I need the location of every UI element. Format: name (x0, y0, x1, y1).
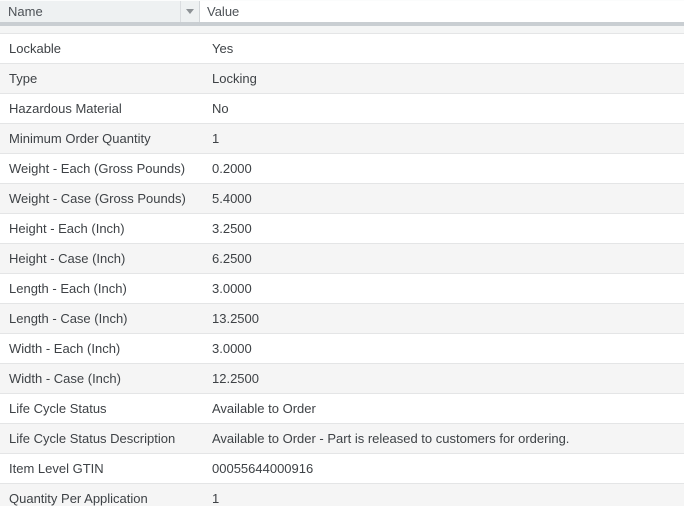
table-row[interactable]: Width - Case (Inch) 12.2500 (0, 364, 684, 394)
property-name-cell: Lockable (9, 41, 62, 56)
property-name-cell: Weight - Case (Gross Pounds) (9, 191, 186, 206)
property-name-cell: Quantity Per Application (9, 491, 148, 506)
table-row[interactable]: Life Cycle Status Description Available … (0, 424, 684, 454)
column-header-name-label: Name (8, 4, 43, 19)
property-value-cell: 1 (212, 491, 220, 506)
name-filter-dropdown-button[interactable] (180, 1, 199, 22)
table-row[interactable]: Width - Each (Inch) 3.0000 (0, 334, 684, 364)
table-row[interactable]: Item Level GTIN 00055644000916 (0, 454, 684, 484)
header-strip (0, 26, 684, 34)
table-row[interactable]: Length - Each (Inch) 3.0000 (0, 274, 684, 304)
table-row[interactable]: Hazardous Material No (0, 94, 684, 124)
property-value-cell: 1 (212, 131, 220, 146)
table-row[interactable]: Minimum Order Quantity 1 (0, 124, 684, 154)
property-grid: Name Value Lockable Yes Type Locking Haz… (0, 0, 684, 506)
table-row[interactable]: Quantity Per Application 1 (0, 484, 684, 506)
property-value-cell: 13.2500 (212, 311, 259, 326)
property-name-cell: Length - Each (Inch) (9, 281, 127, 296)
table-row[interactable]: Lockable Yes (0, 34, 684, 64)
property-value-cell: 6.2500 (212, 251, 252, 266)
property-value-cell: No (212, 101, 229, 116)
property-name-cell: Hazardous Material (9, 101, 122, 116)
property-value-cell: 12.2500 (212, 371, 259, 386)
table-row[interactable]: Height - Each (Inch) 3.2500 (0, 214, 684, 244)
property-name-cell: Width - Case (Inch) (9, 371, 121, 386)
property-name-cell: Type (9, 71, 38, 86)
property-value-cell: Available to Order (212, 401, 316, 416)
table-row[interactable]: Type Locking (0, 64, 684, 94)
property-value-cell: Yes (212, 41, 234, 56)
property-name-cell: Weight - Each (Gross Pounds) (9, 161, 186, 176)
property-value-cell: 3.0000 (212, 341, 252, 356)
caret-down-icon (186, 9, 194, 14)
table-row[interactable]: Length - Case (Inch) 13.2500 (0, 304, 684, 334)
grid-header: Name Value (0, 0, 684, 22)
property-value-cell: Locking (212, 71, 257, 86)
column-header-name[interactable]: Name (0, 1, 200, 22)
table-body: Lockable Yes Type Locking Hazardous Mate… (0, 34, 684, 506)
table-row[interactable]: Life Cycle Status Available to Order (0, 394, 684, 424)
table-row[interactable]: Weight - Case (Gross Pounds) 5.4000 (0, 184, 684, 214)
property-name-cell: Height - Each (Inch) (9, 221, 125, 236)
property-name-cell: Minimum Order Quantity (9, 131, 151, 146)
column-header-value-label: Value (207, 4, 240, 19)
property-value-cell: 00055644000916 (212, 461, 314, 476)
property-name-cell: Length - Case (Inch) (9, 311, 128, 326)
property-value-cell: 3.2500 (212, 221, 252, 236)
property-name-cell: Life Cycle Status Description (9, 431, 176, 446)
property-name-cell: Item Level GTIN (9, 461, 104, 476)
property-name-cell: Life Cycle Status (9, 401, 107, 416)
column-header-value[interactable]: Value (200, 1, 684, 22)
property-name-cell: Width - Each (Inch) (9, 341, 121, 356)
table-row[interactable]: Weight - Each (Gross Pounds) 0.2000 (0, 154, 684, 184)
property-value-cell: 5.4000 (212, 191, 252, 206)
property-value-cell: 0.2000 (212, 161, 252, 176)
table-row[interactable]: Height - Case (Inch) 6.2500 (0, 244, 684, 274)
property-value-cell: Available to Order - Part is released to… (212, 431, 570, 446)
property-name-cell: Height - Case (Inch) (9, 251, 126, 266)
property-value-cell: 3.0000 (212, 281, 252, 296)
